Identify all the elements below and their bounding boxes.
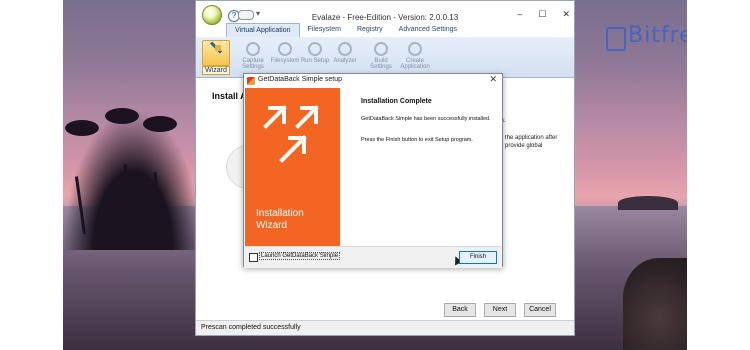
next-button[interactable]: Next xyxy=(484,303,516,317)
magnifier-icon xyxy=(308,42,322,56)
cancel-button[interactable]: Cancel xyxy=(524,303,556,317)
tab-registry[interactable]: Registry xyxy=(349,23,391,37)
magnifier-icon xyxy=(278,42,292,56)
wizard-side-panel: Installation Wizard xyxy=(245,88,340,246)
dialog-footer: Launch GetDataBack Simple Finish xyxy=(244,246,502,268)
status-text: Prescan completed successfully xyxy=(201,324,301,331)
tool-label: Run Setup xyxy=(300,58,330,64)
launch-checkbox-label[interactable]: Launch GetDataBack Simple xyxy=(259,252,341,260)
tab-virtual-application[interactable]: Virtual Application xyxy=(226,23,300,38)
arrows-icon xyxy=(263,105,319,163)
gear-icon xyxy=(374,42,388,56)
description-text: d provide global xyxy=(500,143,543,149)
ribbon-tabs: Virtual Application Filesystem Registry … xyxy=(196,23,574,38)
tab-filesystem[interactable]: Filesystem xyxy=(300,23,349,37)
tab-advanced-settings[interactable]: Advanced Settings xyxy=(391,23,465,37)
dialog-title: GetDataBack Simple setup xyxy=(258,76,343,83)
disk-icon xyxy=(408,42,422,56)
panel-title-line-1: Installation xyxy=(256,208,304,219)
palm-fronds xyxy=(143,116,177,132)
palm-fronds xyxy=(105,108,139,124)
setup-dialog: GetDataBack Simple setup ✕ Installation … xyxy=(243,73,503,268)
tool-label: Build Settings xyxy=(370,58,392,70)
finish-instruction: Press the Finish button to exit Setup pr… xyxy=(361,137,473,143)
description-text: e the application after xyxy=(500,135,558,141)
title-bar: ? ▾ Evalaze - Free-Edition - Version: 2.… xyxy=(196,1,574,25)
tool-label: Filesystem xyxy=(270,58,300,64)
setup-app-icon xyxy=(247,77,255,85)
watermark-text: Bitfrec xyxy=(628,23,687,48)
magnifier-icon xyxy=(338,42,352,56)
dialog-title-bar: GetDataBack Simple setup ✕ xyxy=(244,74,502,88)
watermark-logo-icon xyxy=(606,27,626,51)
success-message: GetDataBack Simple has been successfully… xyxy=(361,116,491,122)
finish-button[interactable]: Finish xyxy=(459,251,497,264)
tool-label: Capture Settings xyxy=(242,58,264,70)
minimize-button[interactable]: – xyxy=(517,9,522,20)
close-button[interactable]: ✕ xyxy=(562,9,570,20)
dialog-heading: Installation Complete xyxy=(361,98,432,105)
capture-settings-button: Capture Settings xyxy=(240,40,266,74)
dialog-close-button[interactable]: ✕ xyxy=(489,74,497,85)
back-button[interactable]: Back xyxy=(444,303,476,317)
tool-label: Create Application xyxy=(400,58,430,70)
build-settings-button: Build Settings xyxy=(368,40,394,74)
filesystem-button: Filesystem xyxy=(271,40,299,74)
watermark-logo: Bitfrec xyxy=(606,23,687,55)
tool-label: Analyzer xyxy=(333,58,357,64)
ribbon: Wizard Capture Settings Filesystem Run S… xyxy=(196,37,574,78)
wizard-icon[interactable] xyxy=(202,40,230,66)
island xyxy=(618,196,678,210)
rocks xyxy=(623,258,687,350)
maximize-button[interactable]: ☐ xyxy=(538,9,546,20)
analyzer-button: Analyzer xyxy=(332,40,358,74)
create-application-button: Create Application xyxy=(400,40,430,74)
wrench-icon xyxy=(246,42,260,56)
palm-fronds xyxy=(65,120,99,136)
run-setup-button: Run Setup xyxy=(301,40,329,74)
panel-title-line-2: Wizard xyxy=(256,220,288,231)
launch-checkbox[interactable] xyxy=(249,253,258,262)
wizard-button-label[interactable]: Wizard xyxy=(202,66,230,75)
status-bar: Prescan completed successfully xyxy=(196,320,574,335)
